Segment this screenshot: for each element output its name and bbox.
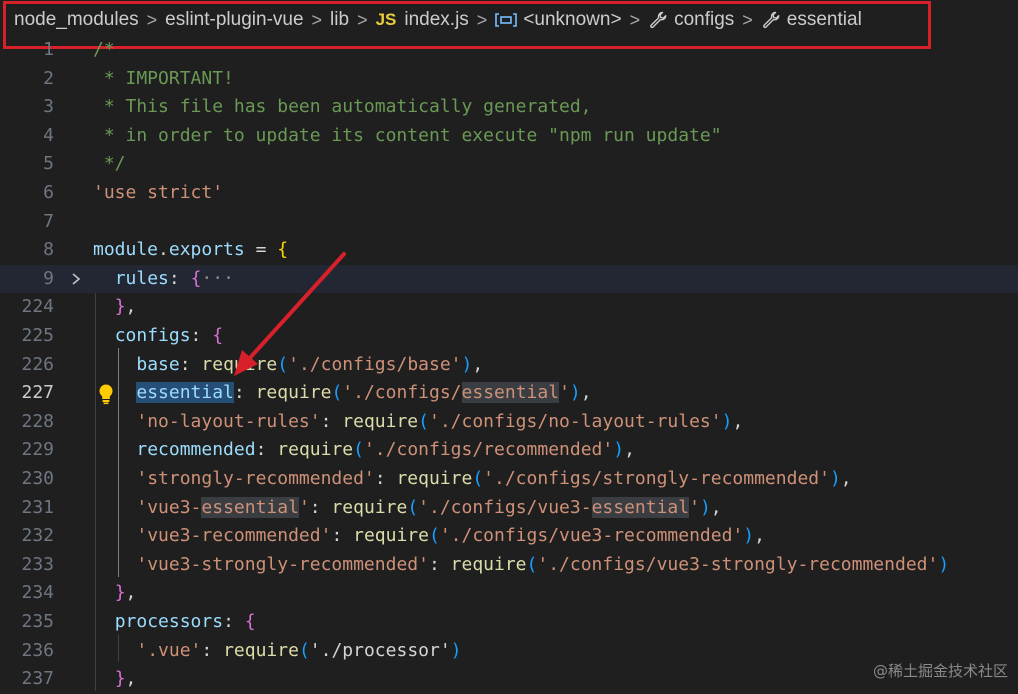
code-text: * This file has been automatically gener… <box>93 96 592 118</box>
code-line[interactable]: 1 /* <box>0 36 1018 65</box>
watermark: @稀土掘金技术社区 <box>872 662 1008 680</box>
code-text: }, <box>114 582 137 604</box>
line-number: 224 <box>21 296 54 318</box>
chevron-right-icon: > <box>629 9 641 30</box>
code-line[interactable]: 226 base: require('./configs/base'), <box>0 351 1018 380</box>
code-line[interactable]: 230 'strongly-recommended': require('./c… <box>0 465 1018 494</box>
line-number: 233 <box>21 553 54 575</box>
breadcrumb-item-node-modules[interactable]: node_modules <box>14 9 139 31</box>
code-text: processors: { <box>114 611 256 632</box>
code-line[interactable]: 5 */ <box>0 150 1018 179</box>
line-number: 235 <box>21 611 54 632</box>
line-number: 6 <box>43 182 54 203</box>
code-text: }, <box>114 668 137 690</box>
code-line[interactable]: 228 'no-layout-rules': require('./config… <box>0 408 1018 437</box>
line-number: 231 <box>21 496 54 518</box>
line-number: 237 <box>21 668 54 690</box>
line-number: 8 <box>43 239 54 261</box>
breadcrumb-label: node_modules <box>14 9 139 30</box>
code-line[interactable]: 6 'use strict' <box>0 179 1018 208</box>
code-text: 'vue3-essential': require('./configs/vue… <box>136 496 722 518</box>
line-number: 1 <box>43 39 54 60</box>
code-line[interactable]: 232 'vue3-recommended': require('./confi… <box>0 522 1018 551</box>
line-number: 9 <box>43 267 54 289</box>
code-line[interactable]: 7 <box>0 208 1018 237</box>
line-number: 230 <box>21 468 54 489</box>
code-text: */ <box>93 153 126 175</box>
code-line[interactable]: 2 * IMPORTANT! <box>0 65 1018 94</box>
line-number: 228 <box>21 410 54 432</box>
breadcrumb-item-configs[interactable]: configs <box>648 9 734 31</box>
code-editor[interactable]: 1 /* 2 * IMPORTANT! 3 * This file has be… <box>0 34 1018 691</box>
symbol-variable-icon <box>495 13 518 27</box>
line-number: 2 <box>43 67 54 89</box>
breadcrumb-label: lib <box>330 9 350 30</box>
line-number: 3 <box>43 96 54 118</box>
breadcrumb-label: index.js <box>404 9 469 30</box>
breadcrumb-label: essential <box>786 9 862 30</box>
code-text: recommended: require('./configs/recommen… <box>136 439 635 461</box>
code-text: 'use strict' <box>93 182 224 203</box>
code-text: }, <box>114 296 137 318</box>
line-number: 4 <box>43 124 54 146</box>
chevron-right-icon: > <box>742 9 753 30</box>
line-number: 5 <box>43 153 54 175</box>
chevron-right-icon: > <box>146 9 158 30</box>
code-text: essential: require('./configs/essential'… <box>136 382 592 404</box>
code-text: 'vue3-recommended': require('./configs/v… <box>136 525 765 547</box>
code-line[interactable]: 235 processors: { <box>0 608 1018 637</box>
code-text: 'vue3-strongly-recommended': require('./… <box>136 553 950 575</box>
chevron-right-icon: > <box>357 9 368 30</box>
chevron-right-icon: > <box>311 9 323 30</box>
line-number: 232 <box>21 525 54 547</box>
code-line[interactable]: 225 configs: { <box>0 322 1018 351</box>
code-text: * in order to update its content execute… <box>93 124 722 146</box>
line-number: 234 <box>21 582 54 604</box>
code-line[interactable]: 8 module.exports = { <box>0 236 1018 265</box>
wrench-icon <box>650 11 667 29</box>
code-line[interactable]: 233 'vue3-strongly-recommended': require… <box>0 551 1018 580</box>
breadcrumb-label: eslint-plugin-vue <box>165 9 304 30</box>
code-text: * IMPORTANT! <box>93 67 234 89</box>
breadcrumb-item-unknown[interactable]: <unknown> <box>495 9 622 31</box>
code-line[interactable]: 224 }, <box>0 293 1018 322</box>
line-number: 225 <box>21 325 54 346</box>
code-line-folded[interactable]: 9 rules: {··· <box>0 264 1018 294</box>
code-text: rules: {··· <box>114 267 234 289</box>
code-text: configs: { <box>114 325 224 346</box>
code-text: 'no-layout-rules': require('./configs/no… <box>136 410 744 432</box>
line-number: 7 <box>43 210 54 232</box>
breadcrumb-item-essential[interactable]: essential <box>761 9 862 31</box>
code-line[interactable]: 231 'vue3-essential': require('./configs… <box>0 494 1018 523</box>
code-text: '.vue': require('./processor') <box>136 639 462 661</box>
chevron-right-icon[interactable] <box>69 271 83 287</box>
code-text: 'strongly-recommended': require('./confi… <box>136 468 852 489</box>
javascript-file-icon: JS <box>375 10 397 29</box>
breadcrumb-item-lib[interactable]: lib <box>330 9 349 31</box>
code-text: base: require('./configs/base'), <box>136 353 484 375</box>
code-line-current[interactable]: 227 essential: require('./configs/essent… <box>0 379 1018 408</box>
code-line[interactable]: 229 recommended: require('./configs/reco… <box>0 436 1018 465</box>
line-number: 227 <box>21 382 54 404</box>
breadcrumb-item-eslint-plugin-vue[interactable]: eslint-plugin-vue <box>165 9 303 31</box>
line-number: 236 <box>21 639 54 661</box>
line-number: 229 <box>21 439 54 461</box>
code-line[interactable]: 4 * in order to update its content execu… <box>0 122 1018 151</box>
code-line[interactable]: 236 '.vue': require('./processor') <box>0 637 1018 666</box>
code-text: module.exports = { <box>93 239 289 261</box>
chevron-right-icon: > <box>476 9 488 30</box>
code-line[interactable]: 234 }, <box>0 579 1018 608</box>
code-line[interactable]: 237 }, <box>0 665 1018 694</box>
code-text: /* <box>93 39 115 60</box>
code-line[interactable]: 3 * This file has been automatically gen… <box>0 93 1018 122</box>
breadcrumb-label: <unknown> <box>523 9 622 30</box>
breadcrumb-label: configs <box>674 9 735 30</box>
wrench-icon <box>762 11 780 29</box>
line-number: 226 <box>21 353 54 375</box>
breadcrumb-item-index-js[interactable]: JS index.js <box>376 9 469 31</box>
